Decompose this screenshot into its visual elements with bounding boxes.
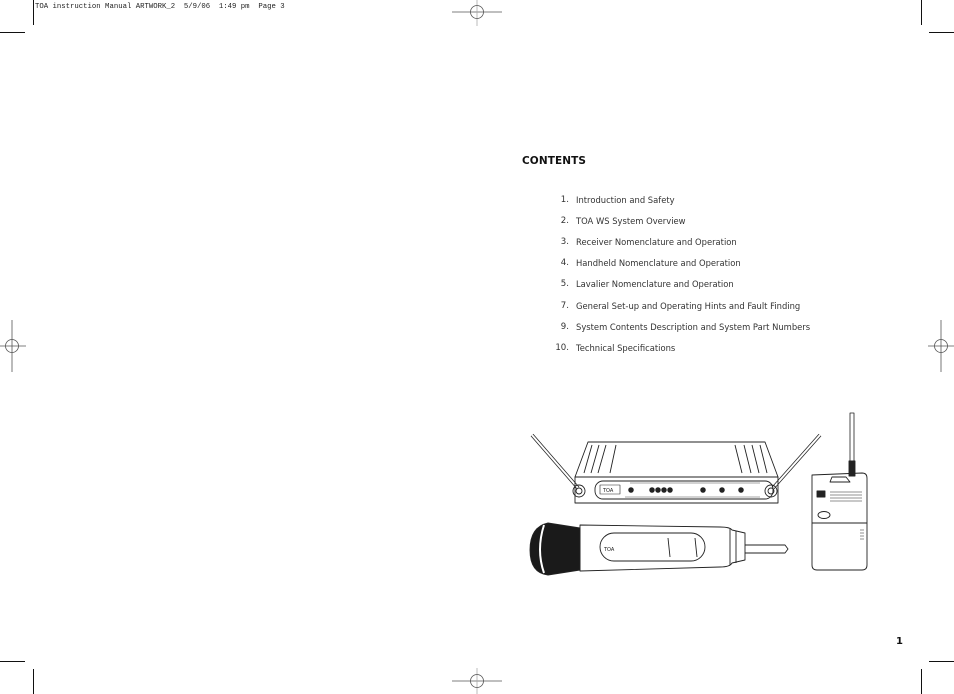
toc-entry: 3. Receiver Nomenclature and Operation bbox=[548, 231, 810, 252]
registration-mark-right-icon bbox=[928, 320, 954, 372]
toc-page-number: 1. bbox=[560, 194, 569, 205]
toc-entry-label: General Set-up and Operating Hints and F… bbox=[576, 300, 801, 311]
handheld-microphone-illustration: TOA bbox=[529, 522, 789, 576]
crop-mark bbox=[929, 661, 954, 662]
toc-page-number: 5. bbox=[560, 279, 569, 290]
toc-page-number: 3. bbox=[560, 236, 569, 247]
microphone-brand-logo: TOA bbox=[603, 547, 615, 553]
receiver-illustration: TOA bbox=[530, 433, 822, 504]
registration-mark-bottom-icon bbox=[452, 668, 502, 694]
toc-page-number: 2. bbox=[560, 215, 569, 226]
toc-page-number: 4. bbox=[560, 258, 569, 269]
crop-mark bbox=[921, 0, 922, 25]
registration-mark-left-icon bbox=[0, 320, 26, 372]
toc-entry-label: Handheld Nomenclature and Operation bbox=[576, 258, 741, 269]
page-number: 1 bbox=[896, 636, 903, 647]
crop-mark bbox=[0, 661, 25, 662]
toc-entry-label: TOA WS System Overview bbox=[576, 215, 686, 226]
toc-page-number: 9. bbox=[560, 321, 569, 332]
toc-entry: 2. TOA WS System Overview bbox=[548, 210, 810, 231]
crop-mark bbox=[33, 0, 34, 25]
crop-mark bbox=[33, 669, 34, 694]
crop-mark bbox=[921, 669, 922, 694]
product-illustration: TOA TOA bbox=[529, 412, 868, 576]
toc-entry: 7. General Set-up and Operating Hints and… bbox=[548, 295, 810, 316]
toc-entry-label: Receiver Nomenclature and Operation bbox=[576, 236, 737, 247]
contents-heading: CONTENTS bbox=[522, 155, 587, 167]
toc-entry-label: System Contents Description and System P… bbox=[576, 321, 811, 332]
toc-page-number: 7. bbox=[560, 300, 569, 311]
toc-entry-label: Technical Specifications bbox=[576, 342, 676, 353]
toc-page-number: 10. bbox=[555, 342, 569, 353]
toc-entry: 10. Technical Specifications bbox=[548, 337, 810, 358]
registration-mark-top-icon bbox=[452, 0, 502, 26]
crop-mark bbox=[929, 32, 954, 33]
table-of-contents: 1. Introduction and Safety 2. TOA WS Syste… bbox=[548, 189, 810, 359]
toc-entry: 4. Handheld Nomenclature and Operation bbox=[548, 253, 810, 274]
toc-entry: 5. Lavalier Nomenclature and Operation bbox=[548, 274, 810, 295]
crop-mark bbox=[0, 32, 25, 33]
toc-entry: 9. System Contents Description and System… bbox=[548, 316, 810, 337]
printer-slug-line: TOA instruction Manual ARTWORK_2 5/9/06 … bbox=[35, 3, 285, 11]
toc-entry: 1. Introduction and Safety bbox=[548, 189, 810, 210]
toc-entry-label: Introduction and Safety bbox=[576, 194, 675, 205]
receiver-brand-logo: TOA bbox=[602, 488, 614, 494]
toc-entry-label: Lavalier Nomenclature and Operation bbox=[576, 279, 734, 290]
